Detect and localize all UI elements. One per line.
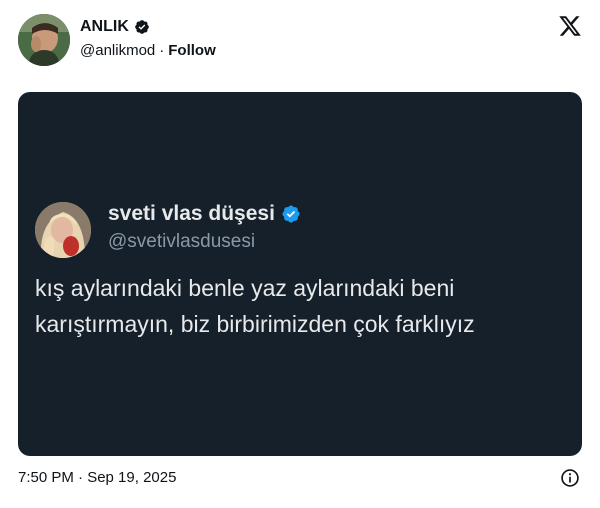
- verified-badge-icon: [135, 20, 149, 34]
- follow-button[interactable]: Follow: [168, 42, 216, 59]
- tweet-footer: 7:50 PM · Sep 19, 2025: [18, 468, 582, 490]
- embedded-post-text: kış aylarındaki benle yaz aylarındaki be…: [35, 270, 575, 342]
- info-icon[interactable]: [560, 468, 580, 488]
- author-name[interactable]: ANLIK: [80, 18, 129, 36]
- separator-dot: ·: [159, 42, 165, 59]
- author-handle[interactable]: @anlikmod: [80, 42, 155, 59]
- x-logo-icon[interactable]: [558, 14, 582, 38]
- embedded-avatar-image: [35, 202, 91, 258]
- blue-verified-badge-icon: [282, 205, 300, 223]
- embedded-author-handle: @svetivlasdusesi: [108, 231, 256, 252]
- embedded-author-avatar: [35, 202, 91, 258]
- embedded-author-name: sveti vlas düşesi: [108, 202, 275, 225]
- embedded-post-text-line-2: karıştırmayın, biz birbirimizden çok far…: [35, 311, 475, 337]
- embedded-post-text-line-1: kış aylarındaki benle yaz aylarındaki be…: [35, 275, 455, 301]
- timestamp-link[interactable]: 7:50 PM · Sep 19, 2025: [18, 469, 176, 486]
- author-avatar[interactable]: [18, 14, 70, 66]
- embedded-post-image[interactable]: sveti vlas düşesi @svetivlasdusesi kış a…: [18, 92, 582, 456]
- embedded-name-row: sveti vlas düşesi: [108, 202, 301, 226]
- avatar-image: [18, 14, 70, 66]
- author-handle-row: @anlikmod · Follow: [80, 42, 216, 59]
- author-name-row: ANLIK: [80, 18, 150, 36]
- tweet-header: ANLIK @anlikmod · Follow: [18, 12, 582, 68]
